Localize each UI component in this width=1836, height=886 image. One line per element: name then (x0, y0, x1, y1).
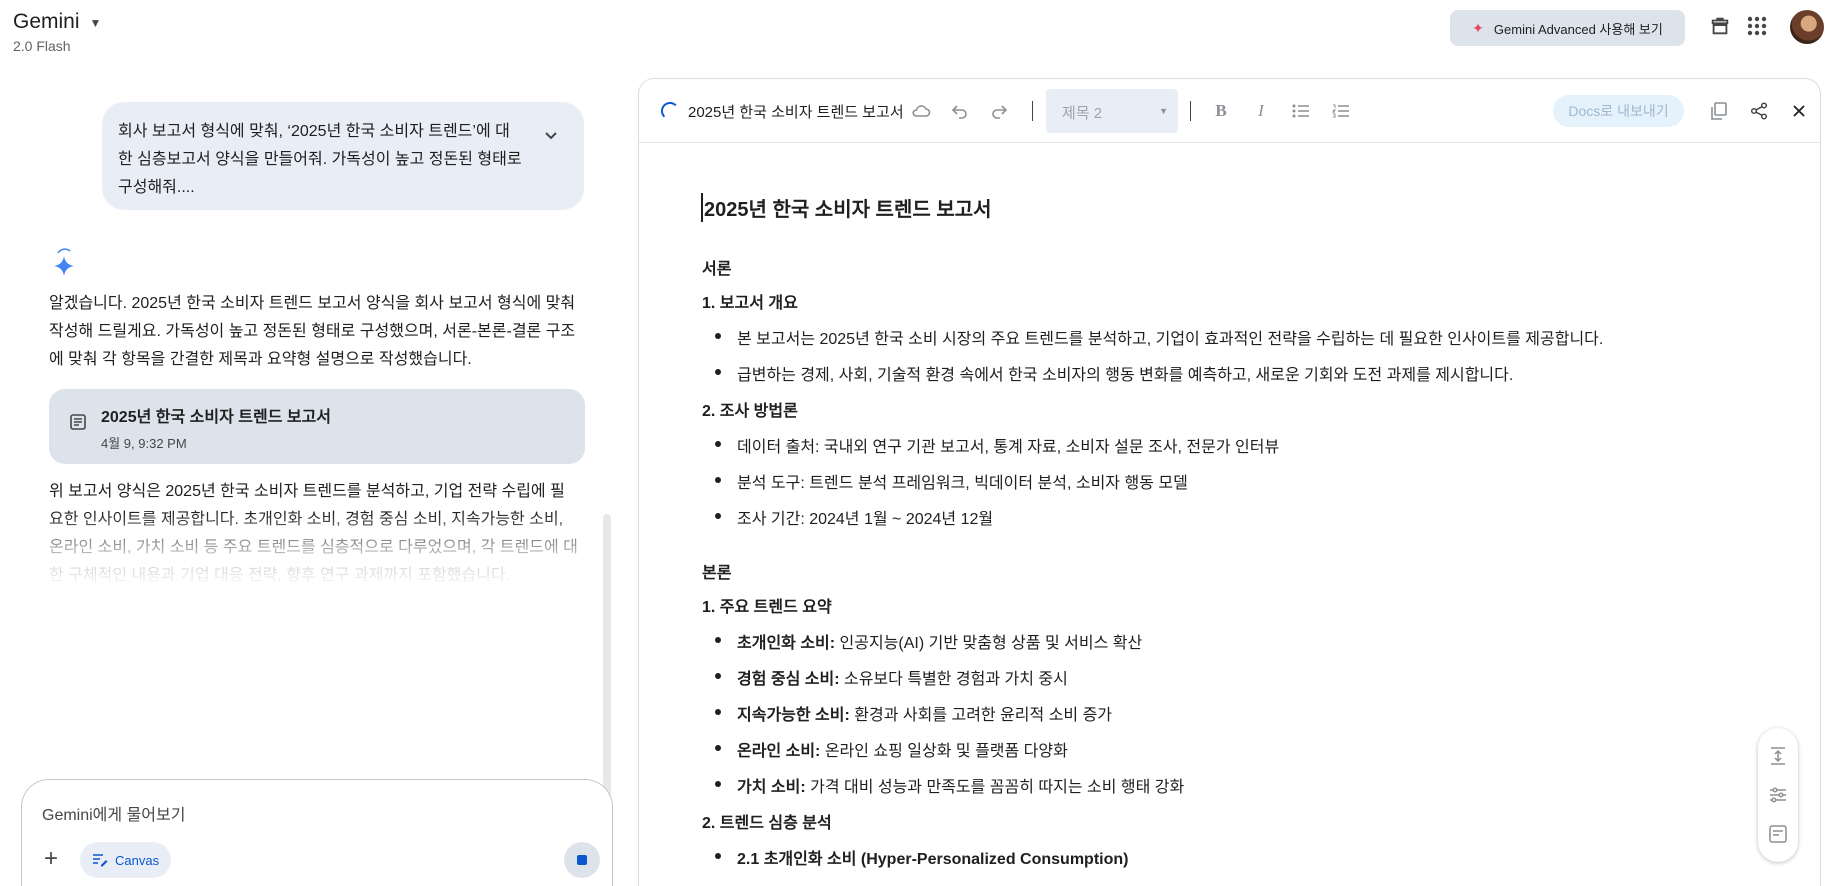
subsection-item-label: 2.1 초개인화 소비 (Hyper-Personalized Consumpt… (737, 851, 1129, 868)
model-name: 2.0 Flash (13, 38, 71, 54)
list-item: 분석 도구: 트렌드 분석 프레임워크, 빅데이터 분석, 소비자 행동 모델 (715, 469, 1188, 493)
document-icon (69, 413, 87, 464)
share-icon[interactable] (1747, 99, 1771, 123)
caret-down-icon: ▼ (89, 16, 102, 30)
canvas-toggle-button[interactable]: Canvas (80, 842, 172, 878)
document-card[interactable]: 2025년 한국 소비자 트렌드 보고서 4월 9, 9:32 PM (49, 389, 585, 464)
bulleted-list-icon[interactable] (1289, 99, 1313, 123)
trend-label: 경험 중심 소비: (737, 671, 840, 688)
trend-label: 지속가능한 소비: (737, 707, 850, 724)
canvas-panel: 2025년 한국 소비자 트렌드 보고서 제목 2 ▼ B I Docs로 내보… (638, 78, 1821, 886)
trend-text: 환경과 사회를 고려한 윤리적 소비 증가 (849, 707, 1113, 724)
toolbar-divider (1032, 101, 1033, 121)
canvas-icon (93, 854, 108, 867)
gemini-spark-icon (52, 248, 76, 276)
trend-label: 초개인화 소비: (737, 635, 836, 652)
app-title: Gemini (13, 10, 80, 33)
prompt-input-box[interactable]: Gemini에게 물어보기 + Canvas (21, 779, 613, 886)
subsection-heading: 1. 보고서 개요 (702, 295, 798, 312)
trend-text: 가격 대비 성능과 만족도를 꼼꼼히 따지는 소비 행태 강화 (805, 779, 1185, 796)
trend-text: 소유보다 특별한 경험과 가치 중시 (839, 671, 1068, 688)
list-item: 지속가능한 소비: 환경과 사회를 고려한 윤리적 소비 증가 (714, 701, 1113, 725)
gift-icon[interactable] (1708, 14, 1732, 38)
list-item: 경험 중심 소비: 소유보다 특별한 경험과 가치 중시 (715, 665, 1068, 689)
trend-text: 인공지능(AI) 기반 맞춤형 상품 및 서비스 확산 (835, 635, 1143, 652)
export-to-docs-button[interactable]: Docs로 내보내기 (1553, 95, 1684, 127)
gemini-advanced-label: Gemini Advanced 사용해 보기 (1493, 21, 1663, 37)
canvas-label: Canvas (115, 852, 160, 868)
list-item: 온라인 소비: 온라인 쇼핑 일상화 및 플랫폼 다양화 (715, 737, 1068, 761)
assistant-reply-followup: 위 보고서 양식은 2025년 한국 소비자 트렌드를 분석하고, 기업 전략 … (49, 483, 578, 584)
heading-style-select[interactable]: 제목 2 ▼ (1046, 89, 1178, 133)
loading-spinner-icon (661, 102, 679, 120)
italic-icon[interactable]: I (1249, 99, 1273, 123)
cloud-save-icon (909, 99, 933, 123)
numbered-list-icon[interactable] (1329, 99, 1353, 123)
list-item: 초개인화 소비: 인공지능(AI) 기반 맞춤형 상품 및 서비스 확산 (714, 629, 1143, 653)
subsection-heading: 2. 트렌드 심층 분석 (702, 815, 832, 832)
document-card-time: 4월 9, 9:32 PM (101, 436, 187, 451)
redo-icon[interactable] (987, 99, 1011, 123)
bold-icon[interactable]: B (1209, 99, 1233, 123)
user-prompt-text: 회사 보고서 형식에 맞춰, ‘2025년 한국 소비자 트렌드’에 대한 심층… (118, 123, 522, 196)
trend-label: 가치 소비: (737, 779, 806, 796)
adjust-tone-icon[interactable] (1766, 783, 1790, 807)
heading-style-value: 제목 2 (1062, 105, 1103, 122)
subsection-heading: 1. 주요 트렌드 요약 (702, 599, 832, 616)
add-attachment-icon[interactable]: + (38, 845, 64, 872)
stop-icon (577, 855, 587, 865)
section-heading-intro: 서론 (702, 261, 732, 278)
expand-length-icon[interactable] (1766, 744, 1790, 768)
spark-icon: ✦ (1472, 19, 1484, 36)
gemini-advanced-button[interactable]: ✦ Gemini Advanced 사용해 보기 (1450, 10, 1685, 46)
list-item: 가치 소비: 가격 대비 성능과 만족도를 꼼꼼히 따지는 소비 행태 강화 (714, 773, 1185, 797)
chat-panel: 회사 보고서 형식에 맞춰, ‘2025년 한국 소비자 트렌드’에 대한 심층… (0, 64, 613, 886)
list-item: 급변하는 경제, 사회, 기술적 환경 속에서 한국 소비자의 행동 변화를 예… (714, 361, 1513, 385)
expand-chevron-icon[interactable] (544, 124, 558, 152)
user-prompt-bubble: 회사 보고서 형식에 맞춰, ‘2025년 한국 소비자 트렌드’에 대한 심층… (102, 102, 584, 210)
assistant-reply-intro: 알겠습니다. 2025년 한국 소비자 트렌드 보고서 양식을 회사 보고서 형… (49, 295, 576, 368)
list-item: 본 보고서는 2025년 한국 소비 시장의 주요 트렌드를 분석하고, 기업이… (714, 325, 1603, 349)
canvas-toolbar: 2025년 한국 소비자 트렌드 보고서 제목 2 ▼ B I Docs로 내보… (639, 79, 1820, 143)
prompt-input[interactable]: Gemini에게 물어보기 (42, 801, 185, 825)
trend-text: 온라인 쇼핑 일상화 및 플랫폼 다양화 (820, 743, 1068, 760)
list-item: 조사 기간: 2024년 1월 ~ 2024년 12월 (714, 505, 993, 529)
top-bar: Gemini ▼ 2.0 Flash ✦ Gemini Advanced 사용해… (0, 0, 1836, 64)
close-icon[interactable] (1787, 99, 1811, 123)
subsection-heading: 2. 조사 방법론 (702, 403, 798, 420)
document-card-title: 2025년 한국 소비자 트렌드 보고서 (101, 409, 332, 426)
avatar[interactable] (1790, 10, 1824, 44)
trend-label: 온라인 소비: (737, 743, 821, 760)
copy-icon[interactable] (1707, 99, 1731, 123)
document-title: 2025년 한국 소비자 트렌드 보고서 (701, 193, 992, 222)
toolbar-divider (1190, 101, 1191, 121)
apps-grid-icon[interactable] (1745, 14, 1769, 38)
list-item: 데이터 출처: 국내외 연구 기관 보고서, 통계 자료, 소비자 설문 조사,… (714, 433, 1279, 457)
section-heading-body: 본론 (702, 565, 732, 582)
floating-edit-tools (1758, 728, 1798, 862)
stop-generating-button[interactable] (564, 842, 600, 878)
undo-icon[interactable] (948, 99, 972, 123)
model-switcher[interactable]: Gemini ▼ 2.0 Flash (13, 10, 101, 54)
canvas-title: 2025년 한국 소비자 트렌드 보고서 (688, 104, 904, 121)
caret-down-icon: ▼ (1159, 106, 1168, 116)
list-item: 2.1 초개인화 소비 (Hyper-Personalized Consumpt… (714, 845, 1129, 869)
suggest-edits-icon[interactable] (1766, 822, 1790, 846)
